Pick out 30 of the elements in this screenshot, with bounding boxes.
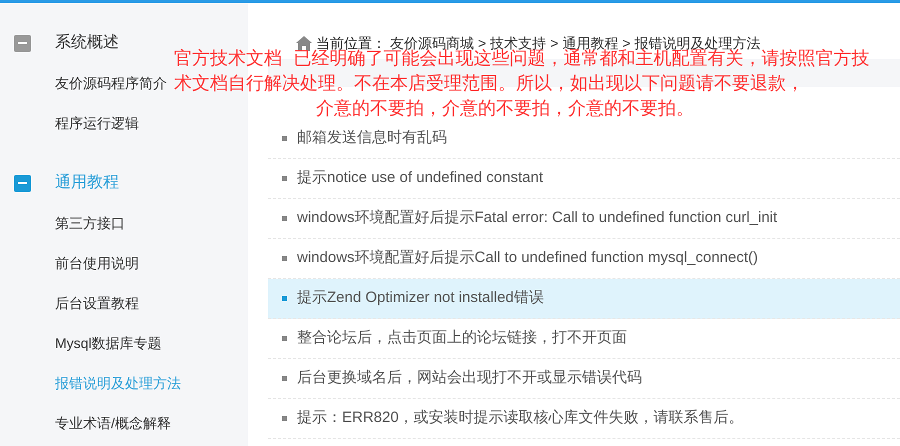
collapse-icon — [14, 174, 31, 192]
sidebar-item[interactable]: 第三方接口 — [55, 203, 125, 243]
article-link[interactable]: 邮箱发送信息时有乱码 — [268, 119, 900, 159]
sidebar-item[interactable]: 专业术语/概念解释 — [55, 403, 171, 443]
article-link[interactable]: 提示notice use of undefined constant — [268, 159, 900, 199]
breadcrumb-separator: > — [622, 34, 631, 50]
article-link[interactable]: windows环境配置好后提示Fatal error: Call to undefined function curl_init — [268, 199, 900, 239]
bullet-icon — [282, 176, 287, 181]
bullet-icon — [282, 136, 287, 141]
bullet-icon — [282, 216, 287, 221]
bullet-icon — [282, 296, 287, 301]
sidebar-item[interactable]: 后台设置教程 — [55, 283, 139, 323]
sidebar-item[interactable]: Mysql数据库专题 — [55, 323, 162, 363]
home-icon — [296, 36, 312, 50]
article-link[interactable]: 后台更换域名后，网站会出现打不开或显示错误代码 — [268, 359, 900, 399]
article-link[interactable]: 整合论坛后，点击页面上的论坛链接，打不开页面 — [268, 319, 900, 359]
sidebar-item[interactable]: 程序运行逻辑 — [55, 103, 139, 143]
bullet-icon — [282, 256, 287, 261]
breadcrumb-label: 当前位置： — [316, 34, 386, 50]
collapse-icon — [14, 34, 31, 52]
bullet-icon — [282, 336, 287, 341]
article-link[interactable]: 提示Zend Optimizer not installed错误 — [268, 279, 900, 319]
breadcrumb-separator: > — [478, 34, 486, 50]
sidebar-item[interactable]: 前台使用说明 — [55, 243, 139, 283]
article-link[interactable]: 提示：ERR820，或安装时提示读取核心库文件失败，请联系售后。 — [268, 399, 900, 439]
sidebar-item[interactable]: 友价源码程序简介 — [55, 63, 167, 103]
bullet-icon — [282, 416, 287, 421]
bullet-icon — [282, 376, 287, 381]
sidebar-group[interactable]: 系统概述 — [14, 23, 119, 63]
breadcrumb-separator: > — [550, 34, 558, 52]
